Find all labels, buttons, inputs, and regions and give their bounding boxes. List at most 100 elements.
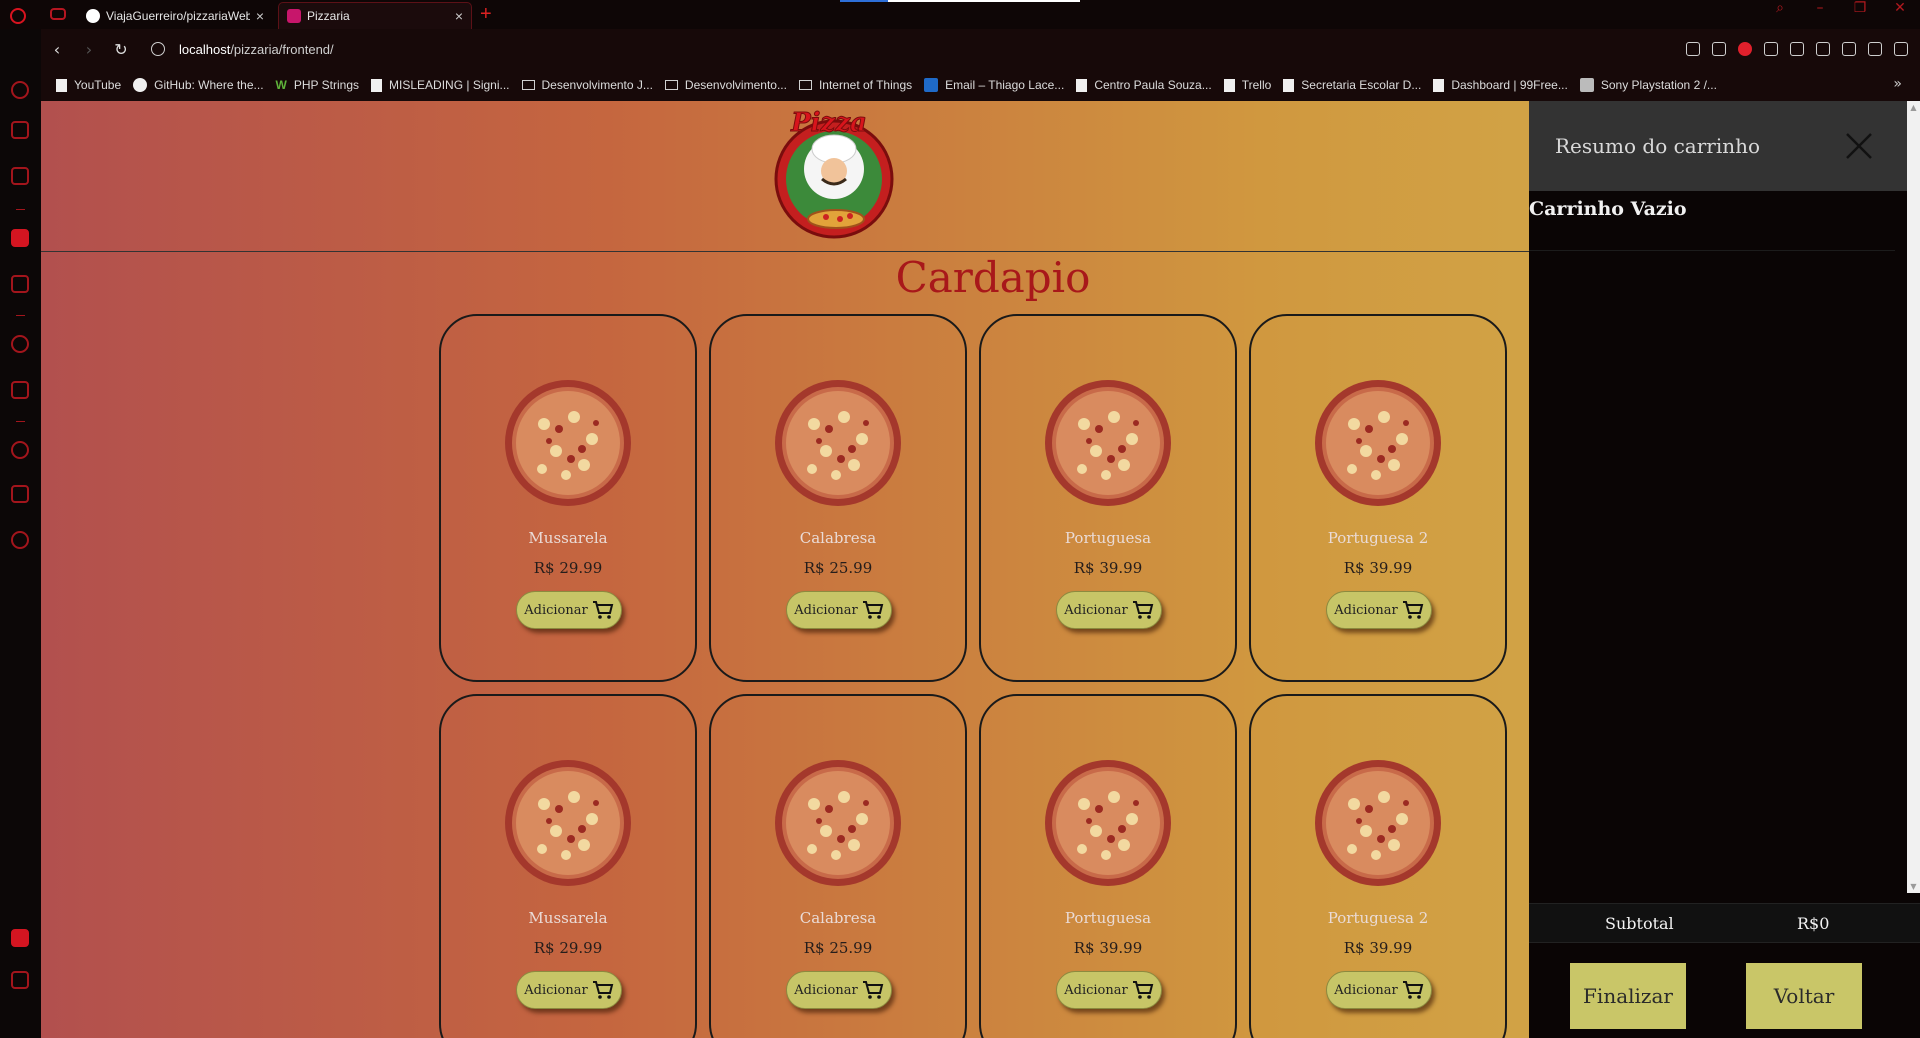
tab-pizzaria[interactable]: Pizzaria × — [278, 2, 472, 29]
product-card: Portuguesa 2 R$ 39.99 Adicionar — [1249, 314, 1507, 682]
add-button-label: Adicionar — [1334, 602, 1398, 618]
product-name: Portuguesa 2 — [1327, 909, 1429, 927]
reload-icon[interactable]: ↻ — [105, 40, 137, 59]
close-icon[interactable] — [1844, 131, 1874, 161]
product-card: Portuguesa R$ 39.99 Adicionar — [979, 694, 1237, 1038]
player-icon[interactable] — [11, 335, 29, 353]
folder-icon — [521, 80, 535, 90]
close-window-button[interactable]: ✕ — [1880, 0, 1920, 29]
send-icon[interactable] — [11, 381, 29, 399]
shopping-cart-icon — [1402, 601, 1424, 619]
new-tab-button[interactable]: + — [480, 3, 492, 26]
folder-icon — [798, 80, 812, 90]
tab-github[interactable]: ViajaGuerreiro/pizzariaWeb × — [78, 2, 272, 29]
scroll-down-icon[interactable]: ▼ — [1909, 882, 1918, 891]
cart-header: Resumo do carrinho — [1529, 101, 1920, 191]
bookmark-item[interactable]: GitHub: Where the... — [133, 78, 264, 92]
heart-icon[interactable] — [1790, 42, 1804, 56]
product-price: R$ 25.99 — [803, 939, 873, 957]
browser-tab-bar: ViajaGuerreiro/pizzariaWeb × Pizzaria × … — [0, 0, 1920, 29]
pizza-image — [775, 760, 901, 886]
pizza-image — [505, 380, 631, 506]
tab-close-icon[interactable]: × — [455, 8, 463, 24]
subtotal-value: R$0 — [1797, 914, 1830, 933]
tab-search-icon[interactable]: ⌕ — [1760, 0, 1800, 29]
cart-title: Resumo do carrinho — [1555, 134, 1761, 158]
page-icon — [56, 78, 67, 92]
pizzaria-page: Pizza Cardapio Mussarela R$ 29.99 Adiciona… — [41, 101, 1920, 1038]
tab-title: Pizzaria — [307, 9, 350, 23]
bookmark-folder[interactable]: Internet of Things — [798, 78, 912, 92]
github-icon — [133, 78, 148, 92]
add-button-label: Adicionar — [1064, 982, 1128, 998]
url-field[interactable]: localhost/pizzaria/frontend/ — [179, 42, 334, 57]
back-arrow-icon[interactable]: ‹ — [41, 40, 73, 59]
aria-icon[interactable] — [11, 167, 29, 185]
add-to-cart-button[interactable]: Adicionar — [786, 971, 892, 1009]
product-card: Portuguesa R$ 39.99 Adicionar — [979, 314, 1237, 682]
playstation-icon — [1579, 78, 1594, 92]
bookmarks-bar: YouTube GitHub: Where the... W PHP String… — [41, 69, 1920, 101]
camera-icon[interactable] — [1712, 42, 1726, 56]
bookmark-folder[interactable]: Desenvolvimento J... — [521, 78, 653, 92]
speed-dial-icon[interactable] — [11, 81, 29, 99]
add-to-cart-button[interactable]: Adicionar — [516, 971, 622, 1009]
back-button[interactable]: Voltar — [1746, 963, 1862, 1029]
product-name: Calabresa — [799, 909, 877, 927]
messenger-icon[interactable] — [11, 275, 29, 293]
outlook-icon — [924, 78, 939, 92]
product-price: R$ 29.99 — [533, 939, 603, 957]
adblock-icon[interactable] — [1738, 42, 1752, 56]
add-to-cart-button[interactable]: Adicionar — [1326, 971, 1432, 1009]
cart-scrollbar[interactable]: ▲ ▼ — [1907, 101, 1920, 893]
address-bar: ‹ › ↻ localhost/pizzaria/frontend/ — [41, 29, 1920, 69]
download-icon[interactable] — [1868, 42, 1882, 56]
product-card: Portuguesa 2 R$ 39.99 Adicionar — [1249, 694, 1507, 1038]
cube-icon[interactable] — [1816, 42, 1830, 56]
gamepad-icon[interactable] — [50, 8, 66, 20]
bookmark-item[interactable]: Email – Thiago Lace... — [924, 78, 1064, 92]
subtotal-bar: Subtotal R$0 — [1529, 903, 1920, 943]
home-icon[interactable] — [11, 229, 29, 247]
gallery-icon[interactable] — [11, 971, 29, 989]
bookmark-item[interactable]: MISLEADING | Signi... — [371, 78, 510, 92]
add-to-cart-button[interactable]: Adicionar — [786, 591, 892, 629]
settings-gear-icon[interactable] — [11, 531, 29, 549]
bookmarks-more-icon[interactable]: » — [1893, 76, 1902, 92]
pizza-chef-logo: Pizza — [774, 109, 894, 239]
add-to-cart-button[interactable]: Adicionar — [1056, 591, 1162, 629]
bookmark-item[interactable]: Dashboard | 99Free... — [1433, 78, 1568, 92]
pizzaria-favicon-icon — [287, 9, 301, 23]
forward-arrow-icon[interactable]: › — [73, 40, 105, 59]
bookmark-item[interactable]: Centro Paula Souza... — [1076, 78, 1212, 92]
page-icon — [1076, 78, 1088, 92]
bookmark-item[interactable]: Sony Playstation 2 /... — [1579, 78, 1717, 92]
bookmark-item[interactable]: Secretaria Escolar D... — [1283, 78, 1421, 92]
menu-icon[interactable] — [1894, 42, 1908, 56]
add-to-cart-button[interactable]: Adicionar — [516, 591, 622, 629]
add-to-cart-button[interactable]: Adicionar — [1056, 971, 1162, 1009]
cart-divider — [1529, 250, 1895, 251]
minimize-button[interactable]: – — [1800, 0, 1840, 29]
add-button-label: Adicionar — [1064, 602, 1128, 618]
finalize-button[interactable]: Finalizar — [1570, 963, 1686, 1029]
tab-close-icon[interactable]: × — [256, 8, 264, 24]
site-info-icon[interactable] — [151, 42, 165, 56]
extension-icon[interactable] — [11, 929, 29, 947]
bookmark-item[interactable]: YouTube — [56, 78, 121, 92]
scroll-up-icon[interactable]: ▲ — [1909, 103, 1918, 112]
history-icon[interactable] — [11, 441, 29, 459]
send-icon[interactable] — [1764, 42, 1778, 56]
restore-button[interactable]: ❐ — [1840, 0, 1880, 29]
cube-icon[interactable] — [11, 485, 29, 503]
add-to-cart-button[interactable]: Adicionar — [1326, 591, 1432, 629]
bookmark-folder[interactable]: Desenvolvimento... — [664, 78, 787, 92]
easy-setup-icon[interactable] — [1686, 42, 1700, 56]
bookmark-item[interactable]: W PHP Strings — [276, 78, 359, 92]
opera-logo-icon[interactable] — [10, 8, 26, 24]
shopping-cart-icon — [862, 601, 884, 619]
page-load-progress — [840, 0, 1080, 2]
profile-icon[interactable] — [1842, 42, 1856, 56]
bag-icon[interactable] — [11, 121, 29, 139]
bookmark-item[interactable]: Trello — [1223, 78, 1271, 92]
